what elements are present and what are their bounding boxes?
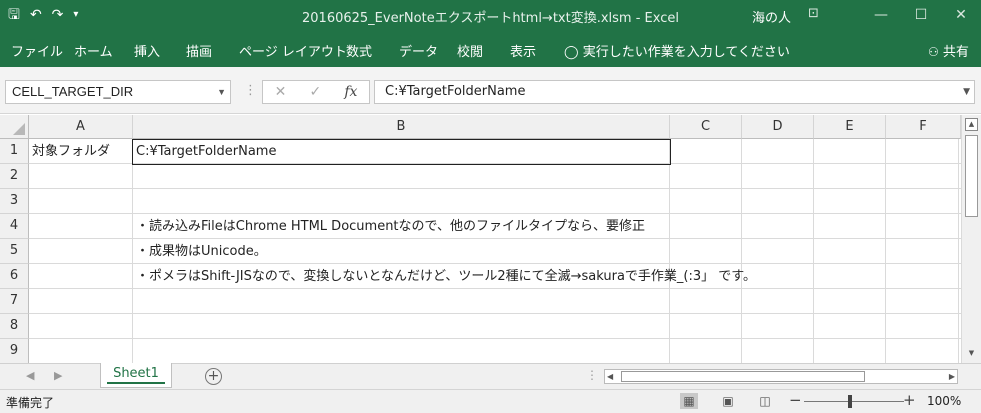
person-icon: ⚇ — [928, 45, 939, 59]
maximize-button[interactable]: ☐ — [901, 0, 941, 30]
zoom-in-button[interactable]: + — [903, 391, 916, 409]
page-layout-view-icon[interactable]: ▣ — [719, 393, 737, 409]
zoom-out-button[interactable]: − — [789, 391, 802, 409]
next-sheet-icon[interactable]: ▶ — [54, 369, 62, 382]
scroll-down-icon[interactable]: ▼ — [965, 347, 978, 360]
cell-b1[interactable]: C:¥TargetFolderName — [132, 139, 671, 165]
vertical-scroll-thumb[interactable] — [965, 135, 978, 217]
horizontal-scrollbar[interactable]: ◀ ▶ — [604, 369, 958, 384]
minimize-button[interactable]: — — [861, 0, 901, 30]
formula-input[interactable]: C:¥TargetFolderName ▼ — [374, 80, 975, 104]
row-header-3[interactable]: 3 — [0, 189, 29, 214]
row-header-5[interactable]: 5 — [0, 239, 29, 264]
name-box[interactable]: CELL_TARGET_DIR ▼ — [5, 80, 231, 104]
cell-b6[interactable]: ・ポメラはShift-JISなので、変換しないとなんだけど、ツール2種にて全滅→… — [133, 264, 933, 289]
title-bar: 🖫 ↶ ↷ ▾ 20160625_EverNoteエクスポートhtml→txt変… — [0, 0, 981, 30]
tab-formulas[interactable]: 数式 — [346, 41, 372, 60]
column-header-d[interactable]: D — [742, 115, 814, 139]
confirm-entry-button[interactable]: ✓ — [309, 84, 321, 100]
column-header-f[interactable]: F — [886, 115, 961, 139]
sheet-tab-bar: ◀ ▶ Sheet1 + ⋮ ◀ ▶ — [0, 363, 981, 389]
scroll-left-icon[interactable]: ◀ — [607, 370, 613, 383]
insert-function-button[interactable]: fx — [344, 84, 357, 100]
row-header-6[interactable]: 6 — [0, 264, 29, 289]
page-break-view-icon[interactable]: ◫ — [756, 393, 774, 409]
name-box-value: CELL_TARGET_DIR — [12, 84, 134, 99]
row-header-4[interactable]: 4 — [0, 214, 29, 239]
gridline — [29, 338, 961, 339]
row-header-9[interactable]: 9 — [0, 339, 29, 363]
lightbulb-icon: ◯ — [564, 45, 579, 60]
tell-me-label: 実行したい作業を入力してください — [582, 45, 790, 60]
cell-b4[interactable]: ・読み込みFileはChrome HTML Documentなので、他のファイル… — [133, 214, 933, 239]
formula-buttons: ✕ ✓ fx — [262, 80, 370, 104]
tell-me-search[interactable]: ◯ 実行したい作業を入力してください — [564, 41, 790, 60]
window-title: 20160625_EverNoteエクスポートhtml→txt変換.xlsm -… — [302, 11, 679, 26]
sheet-tab-sheet1[interactable]: Sheet1 — [100, 363, 172, 388]
cancel-entry-button[interactable]: ✕ — [275, 84, 287, 100]
share-button[interactable]: ⚇ 共有 — [928, 41, 969, 60]
row-header-1[interactable]: 1 — [0, 139, 29, 164]
chevron-down-icon[interactable]: ▼ — [217, 81, 226, 103]
row-header-7[interactable]: 7 — [0, 289, 29, 314]
zoom-level[interactable]: 100% — [927, 394, 961, 408]
status-bar: 準備完了 ▦ ▣ ◫ − + 100% — [0, 389, 981, 413]
tab-view[interactable]: 表示 — [510, 41, 536, 60]
column-header-e[interactable]: E — [814, 115, 886, 139]
tab-review[interactable]: 校閲 — [457, 41, 483, 60]
window-controls: — ☐ ✕ — [861, 0, 981, 30]
expand-formula-bar-icon[interactable]: ▼ — [963, 81, 970, 103]
status-ready: 準備完了 — [6, 396, 55, 410]
prev-sheet-icon[interactable]: ◀ — [26, 369, 34, 382]
zoom-slider-handle[interactable] — [848, 395, 852, 408]
select-all-button[interactable] — [0, 115, 29, 139]
scroll-right-icon[interactable]: ▶ — [949, 370, 955, 383]
gridline — [29, 188, 961, 189]
ribbon-tab-bar: ファイル ホーム 挿入 描画 ページ レイアウト 数式 データ 校閲 表示 ◯ … — [0, 30, 981, 67]
tab-draw[interactable]: 描画 — [186, 41, 212, 60]
row-header-8[interactable]: 8 — [0, 314, 29, 339]
formula-value: C:¥TargetFolderName — [385, 84, 526, 99]
add-sheet-button[interactable]: + — [205, 368, 222, 385]
cell-a1[interactable]: 対象フォルダ — [29, 139, 133, 164]
zoom-slider[interactable] — [804, 401, 904, 402]
column-header-b[interactable]: B — [133, 115, 670, 139]
scroll-up-icon[interactable]: ▲ — [965, 118, 978, 131]
row-header-2[interactable]: 2 — [0, 164, 29, 189]
tab-splitter[interactable]: ⋮ — [586, 368, 598, 382]
vertical-scrollbar[interactable]: ▲ ▼ — [961, 115, 981, 363]
tab-data[interactable]: データ — [399, 41, 438, 60]
close-button[interactable]: ✕ — [941, 0, 981, 30]
formula-bar-area: CELL_TARGET_DIR ▼ ⋮ ✕ ✓ fx C:¥TargetFold… — [0, 67, 981, 114]
tab-page-layout[interactable]: ページ レイアウト — [239, 41, 347, 60]
tab-insert[interactable]: 挿入 — [134, 41, 160, 60]
tab-file[interactable]: ファイル — [11, 41, 63, 60]
column-header-a[interactable]: A — [29, 115, 133, 139]
cell-b5[interactable]: ・成果物はUnicode。 — [133, 239, 933, 264]
column-header-c[interactable]: C — [670, 115, 742, 139]
formula-bar-splitter[interactable]: ⋮ — [244, 83, 257, 98]
gridline — [29, 313, 961, 314]
worksheet-grid[interactable]: A B C D E F 1 2 3 4 5 6 7 8 9 対象フォルダ C:¥… — [0, 115, 961, 363]
tab-home[interactable]: ホーム — [74, 41, 113, 60]
share-label: 共有 — [942, 45, 969, 60]
horizontal-scroll-thumb[interactable] — [621, 371, 865, 382]
user-name[interactable]: 海の人 — [752, 7, 791, 26]
ribbon-display-options-icon[interactable]: ⊡ — [808, 6, 819, 21]
gridline — [958, 139, 959, 363]
normal-view-icon[interactable]: ▦ — [680, 393, 698, 409]
